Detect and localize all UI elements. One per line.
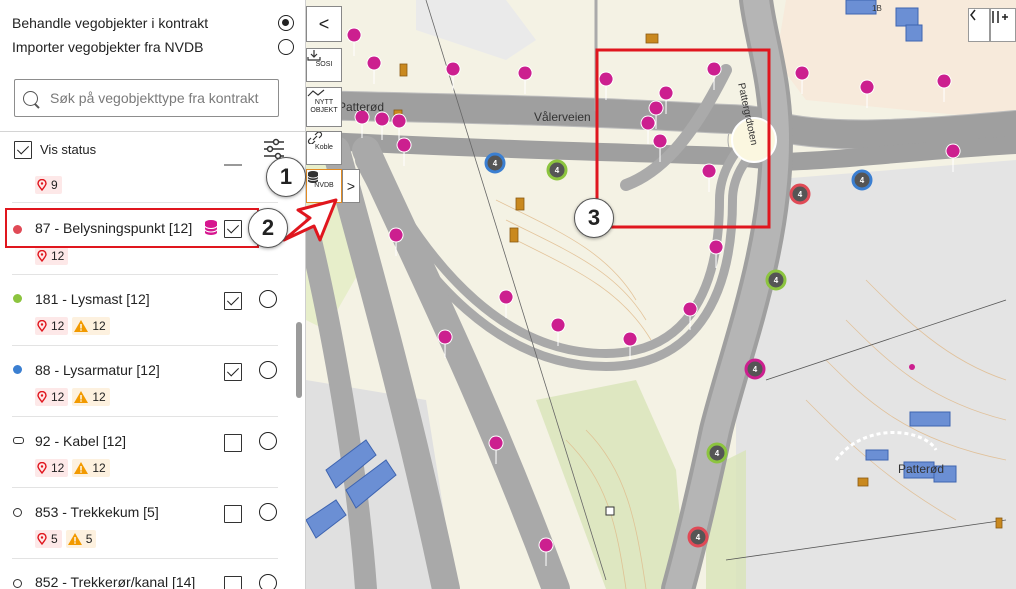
object-badges: 12 12 xyxy=(35,388,110,406)
place-label: Patterød xyxy=(898,462,945,476)
chevron-left-icon xyxy=(970,9,976,21)
object-type-label: 92 - Kabel [12] xyxy=(35,433,127,449)
issue-pin-icon xyxy=(37,462,47,474)
row-separator xyxy=(12,416,278,417)
row-separator xyxy=(12,202,278,203)
row-separator xyxy=(12,274,278,275)
callout-3: 3 xyxy=(574,198,614,238)
svg-text:4: 4 xyxy=(715,449,720,458)
issue-badge: 12 xyxy=(35,388,69,406)
collapse-panel-button[interactable]: < xyxy=(306,6,342,42)
issue-badge: 5 xyxy=(35,530,62,548)
object-select-radio[interactable] xyxy=(259,574,277,589)
issue-pin-icon xyxy=(37,179,47,191)
warning-icon xyxy=(74,462,89,474)
object-type-label: 88 - Lysarmatur [12] xyxy=(35,362,160,378)
object-badges: 12 xyxy=(35,247,69,265)
warning-icon xyxy=(74,320,89,332)
nvdb-expand-button[interactable]: > xyxy=(342,169,360,203)
svg-text:4: 4 xyxy=(774,276,779,285)
link-objects-button[interactable]: Koble xyxy=(306,131,342,165)
partial-checkbox[interactable] xyxy=(224,164,242,166)
object-badges: 12 12 xyxy=(35,317,110,335)
issue-badge: 12 xyxy=(35,317,69,335)
search-input[interactable] xyxy=(50,90,270,106)
row-separator xyxy=(12,558,278,559)
svg-text:4: 4 xyxy=(860,176,865,185)
place-label: Patterød xyxy=(338,100,385,114)
type-point-marker xyxy=(13,579,22,588)
issue-pin-icon xyxy=(37,250,47,262)
svg-text:4: 4 xyxy=(696,533,701,542)
warning-badge: 12 xyxy=(72,317,110,335)
issue-pin-icon xyxy=(37,391,47,403)
type-color-dot xyxy=(13,294,22,303)
callout-1: 1 xyxy=(266,157,306,197)
pointer-arrow-icon xyxy=(282,198,338,242)
warning-badge: 12 xyxy=(72,459,110,477)
object-select-radio[interactable] xyxy=(259,290,277,308)
row-highlight-box xyxy=(5,208,259,248)
row-separator xyxy=(12,345,278,346)
warning-icon xyxy=(67,533,82,545)
divider xyxy=(0,131,305,132)
building-number-label: 1B xyxy=(872,4,882,13)
group-badges: 9 xyxy=(35,176,62,194)
object-type-label: 181 - Lysmast [12] xyxy=(35,291,150,307)
map-canvas[interactable]: 4 4 4 4 4 4 4 4 xyxy=(306,0,1016,589)
map-view[interactable]: 4 4 4 4 4 4 4 4 Vålerveien Patterød Patt… xyxy=(306,0,1016,589)
row-separator xyxy=(12,487,278,488)
object-visible-checkbox[interactable] xyxy=(224,363,242,381)
mode-option-process[interactable]: Behandle vegobjekter i kontrakt xyxy=(12,12,294,34)
download-icon xyxy=(307,50,321,61)
layers-add-icon xyxy=(992,11,1008,23)
search-icon xyxy=(23,90,38,106)
object-select-radio[interactable] xyxy=(259,361,277,379)
vis-status-checkbox[interactable] xyxy=(14,141,32,159)
callout-2: 2 xyxy=(248,208,288,248)
warning-badge: 12 xyxy=(72,388,110,406)
object-visible-checkbox[interactable] xyxy=(224,292,242,310)
search-box[interactable] xyxy=(14,79,279,117)
mode-option-import[interactable]: Importer vegobjekter fra NVDB xyxy=(12,36,294,58)
radio-selected[interactable] xyxy=(278,15,294,31)
warning-badge: 5 xyxy=(65,530,97,548)
object-badges: 12 12 xyxy=(35,459,110,477)
object-visible-checkbox[interactable] xyxy=(224,505,242,523)
radio-unselected[interactable] xyxy=(278,39,294,55)
database-icon xyxy=(307,171,319,183)
mode-option-label: Behandle vegobjekter i kontrakt xyxy=(12,15,209,31)
object-visible-checkbox[interactable] xyxy=(224,576,242,589)
layers-button[interactable] xyxy=(990,8,1016,42)
svg-text:4: 4 xyxy=(753,365,758,374)
link-icon xyxy=(307,132,323,144)
mode-option-label: Importer vegobjekter fra NVDB xyxy=(12,39,204,55)
sosi-import-button[interactable]: SOSI xyxy=(306,48,342,82)
issue-badge: 12 xyxy=(35,247,69,265)
object-visible-checkbox[interactable] xyxy=(224,434,242,452)
polyline-icon xyxy=(307,89,325,97)
object-select-radio[interactable] xyxy=(259,432,277,450)
street-label: Vålerveien xyxy=(534,110,591,124)
issue-badge: 9 xyxy=(35,176,62,194)
issue-pin-icon xyxy=(37,533,47,545)
type-color-dot xyxy=(13,365,22,374)
svg-text:4: 4 xyxy=(555,166,560,175)
svg-text:4: 4 xyxy=(493,159,498,168)
type-line-marker xyxy=(13,437,24,444)
object-type-label: 852 - Trekkerør/kanal [14] xyxy=(35,574,196,589)
object-panel: Behandle vegobjekter i kontrakt Importer… xyxy=(0,0,306,589)
svg-text:4: 4 xyxy=(798,190,803,199)
warning-icon xyxy=(74,391,89,403)
new-object-button[interactable]: NYTT OBJEKT xyxy=(306,87,342,127)
map-panel-toggle-button[interactable] xyxy=(968,8,990,42)
issue-pin-icon xyxy=(37,320,47,332)
type-point-marker xyxy=(13,508,22,517)
vis-status-label: Vis status xyxy=(40,142,97,157)
scrollbar-thumb[interactable] xyxy=(296,322,302,398)
object-type-label: 853 - Trekkekum [5] xyxy=(35,504,159,520)
issue-badge: 12 xyxy=(35,459,69,477)
object-select-radio[interactable] xyxy=(259,503,277,521)
object-badges: 5 5 xyxy=(35,530,97,548)
